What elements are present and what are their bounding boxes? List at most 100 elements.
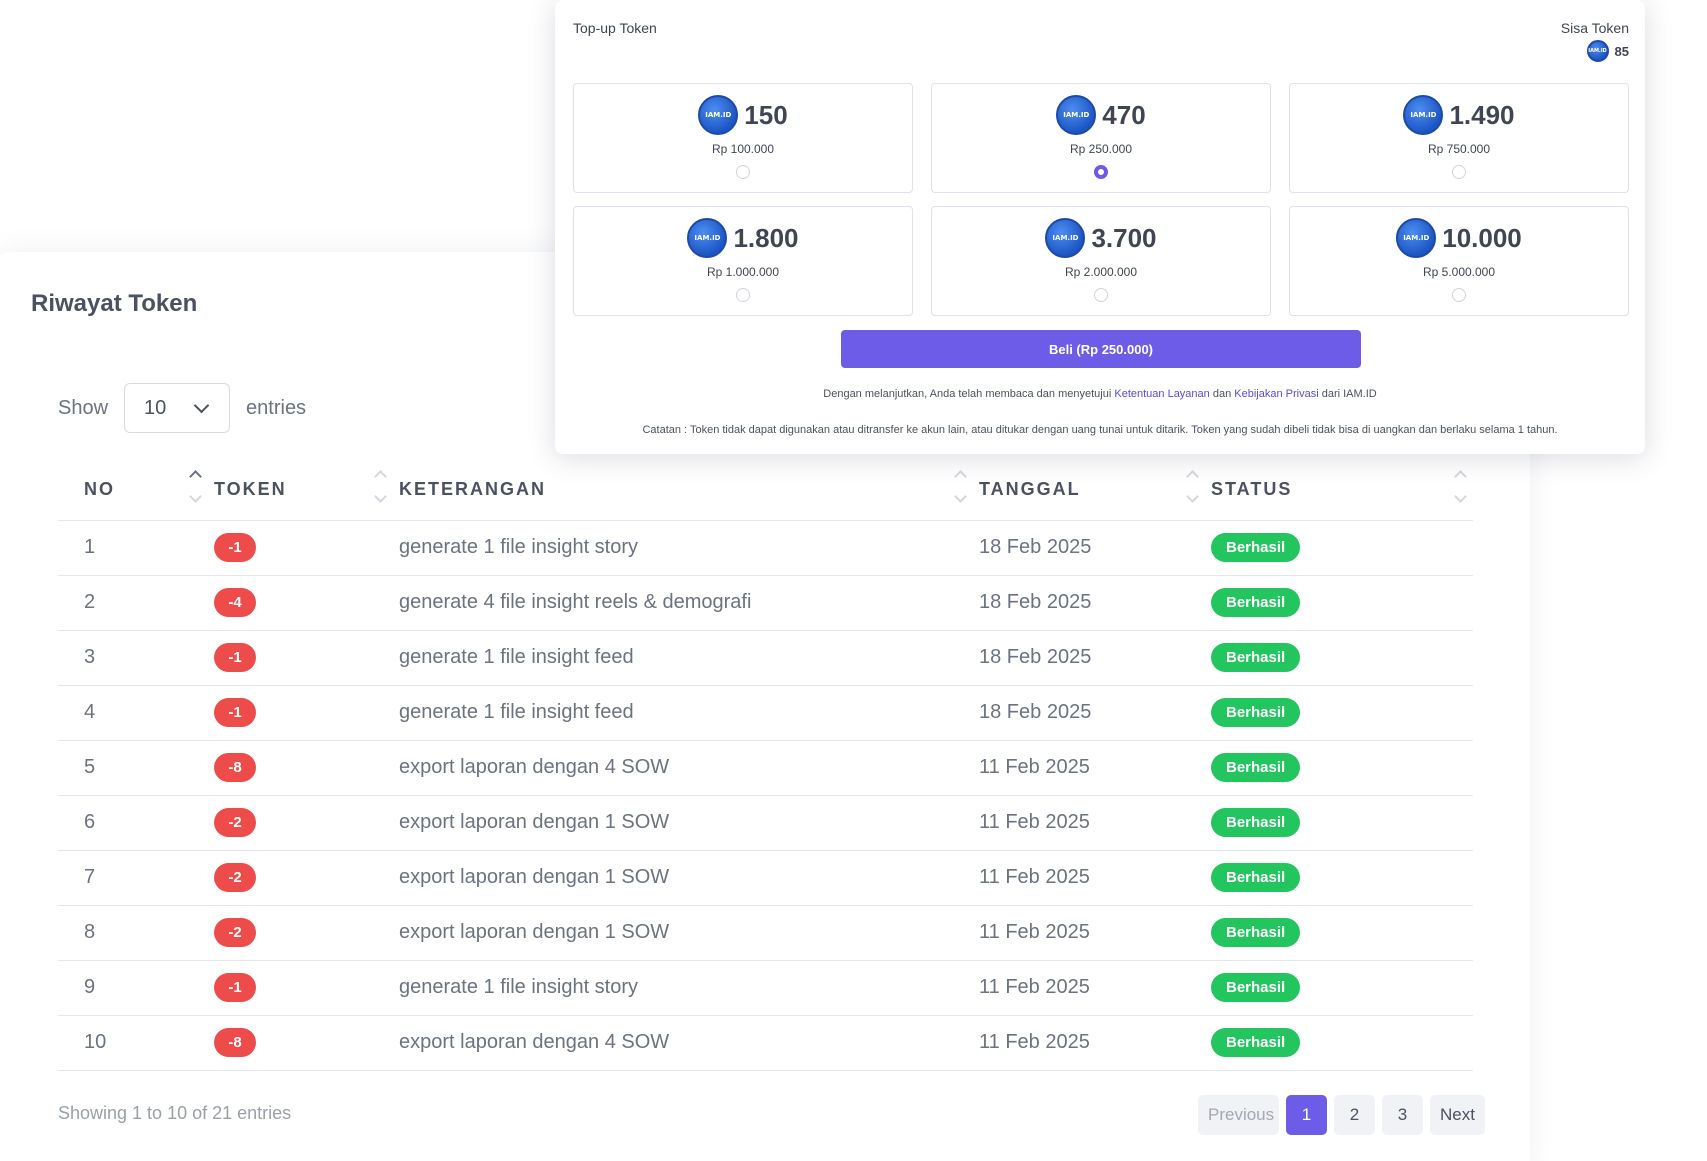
sort-icon: [1454, 470, 1467, 503]
token-coin-icon: IAM.ID: [1586, 40, 1609, 62]
token-change-badge: -1: [214, 698, 256, 727]
table-header-row: NO TOKEN KETERANGAN TANGGAL STATUS: [58, 460, 1473, 521]
package-price: Rp 750.000: [1427, 142, 1491, 156]
column-header-token[interactable]: TOKEN: [208, 460, 393, 521]
next-page-button[interactable]: Next: [1430, 1095, 1485, 1135]
page-button-3[interactable]: 3: [1382, 1095, 1423, 1135]
previous-page-button[interactable]: Previous: [1198, 1095, 1279, 1135]
column-header-keterangan[interactable]: KETERANGAN: [393, 460, 973, 521]
status-badge: Berhasil: [1211, 753, 1301, 782]
buy-button[interactable]: Beli (Rp 250.000): [841, 330, 1361, 368]
row-description: export laporan dengan 1 SOW: [393, 850, 973, 906]
status-badge: Berhasil: [1211, 533, 1301, 562]
row-date: 18 Feb 2025: [973, 575, 1205, 631]
status-badge: Berhasil: [1211, 973, 1301, 1002]
row-number: 8: [58, 905, 208, 961]
terms-link[interactable]: Ketentuan Layanan: [1114, 388, 1209, 400]
table-row: 1 -1 generate 1 file insight story 18 Fe…: [58, 520, 1473, 576]
table-row: 5 -8 export laporan dengan 4 SOW 11 Feb …: [58, 740, 1473, 796]
page-length-control: Show 10 entries: [58, 383, 306, 433]
package-option[interactable]: IAM.ID 10.000 Rp 5.000.000: [1289, 206, 1629, 316]
row-number: 7: [58, 850, 208, 906]
privacy-link[interactable]: Kebijakan Privasi: [1234, 388, 1318, 400]
package-radio[interactable]: [736, 165, 750, 179]
package-amount: 10.000: [1442, 222, 1522, 253]
token-change-badge: -1: [214, 973, 256, 1002]
status-badge: Berhasil: [1211, 863, 1301, 892]
status-badge: Berhasil: [1211, 588, 1301, 617]
row-date: 11 Feb 2025: [973, 905, 1205, 961]
row-date: 18 Feb 2025: [973, 630, 1205, 686]
status-badge: Berhasil: [1211, 643, 1301, 672]
package-price: Rp 1.000.000: [706, 265, 780, 279]
page-button-2[interactable]: 2: [1334, 1095, 1375, 1135]
table-info: Showing 1 to 10 of 21 entries: [58, 1103, 292, 1123]
table-row: 8 -2 export laporan dengan 1 SOW 11 Feb …: [58, 905, 1473, 961]
column-header-no[interactable]: NO: [58, 460, 208, 521]
package-option[interactable]: IAM.ID 470 Rp 250.000: [931, 83, 1271, 193]
token-change-badge: -2: [214, 808, 256, 837]
token-change-badge: -2: [214, 918, 256, 947]
package-radio[interactable]: [736, 288, 750, 302]
column-header-status[interactable]: STATUS: [1205, 460, 1473, 521]
remaining-token-label: Sisa Token: [1560, 20, 1629, 36]
row-description: generate 1 file insight story: [393, 960, 973, 1016]
status-badge: Berhasil: [1211, 698, 1301, 727]
show-label: Show: [58, 396, 109, 419]
row-description: generate 1 file insight feed: [393, 630, 973, 686]
package-option[interactable]: IAM.ID 1.490 Rp 750.000: [1289, 83, 1629, 193]
package-amount: 150: [744, 99, 788, 130]
package-amount: 1.490: [1449, 99, 1515, 130]
topup-note: Catatan : Token tidak dapat digunakan at…: [642, 424, 1558, 436]
table-row: 2 -4 generate 4 file insight reels & dem…: [58, 575, 1473, 631]
page-length-select[interactable]: 10: [124, 383, 231, 433]
package-radio[interactable]: [1094, 165, 1108, 179]
row-date: 11 Feb 2025: [973, 795, 1205, 851]
token-change-badge: -1: [214, 533, 256, 562]
row-number: 9: [58, 960, 208, 1016]
package-amount: 3.700: [1091, 222, 1157, 253]
table-row: 4 -1 generate 1 file insight feed 18 Feb…: [58, 685, 1473, 741]
pagination: Previous 1 2 3 Next: [1198, 1095, 1485, 1135]
package-price: Rp 2.000.000: [1064, 265, 1138, 279]
package-option[interactable]: IAM.ID 3.700 Rp 2.000.000: [931, 206, 1271, 316]
page-button-1[interactable]: 1: [1286, 1095, 1327, 1135]
token-change-badge: -8: [214, 1028, 256, 1057]
package-option[interactable]: IAM.ID 1.800 Rp 1.000.000: [573, 206, 913, 316]
row-date: 11 Feb 2025: [973, 850, 1205, 906]
status-badge: Berhasil: [1211, 808, 1301, 837]
token-change-badge: -4: [214, 588, 256, 617]
package-radio[interactable]: [1094, 288, 1108, 302]
package-radio[interactable]: [1452, 165, 1466, 179]
row-number: 4: [58, 685, 208, 741]
remaining-token-value: 85: [1614, 43, 1629, 59]
package-grid: IAM.ID 150 Rp 100.000 IAM.ID 470 Rp 250.…: [573, 83, 1629, 316]
table-row: 9 -1 generate 1 file insight story 11 Fe…: [58, 960, 1473, 1016]
row-description: export laporan dengan 1 SOW: [393, 905, 973, 961]
row-number: 1: [58, 520, 208, 576]
row-date: 18 Feb 2025: [973, 685, 1205, 741]
row-number: 5: [58, 740, 208, 796]
package-radio[interactable]: [1452, 288, 1466, 302]
status-badge: Berhasil: [1211, 918, 1301, 947]
status-badge: Berhasil: [1211, 1028, 1301, 1057]
row-number: 6: [58, 795, 208, 851]
package-price: Rp 5.000.000: [1422, 265, 1496, 279]
row-description: generate 1 file insight story: [393, 520, 973, 576]
row-number: 2: [58, 575, 208, 631]
table-row: 7 -2 export laporan dengan 1 SOW 11 Feb …: [58, 850, 1473, 906]
package-price: Rp 100.000: [711, 142, 775, 156]
token-coin-icon: IAM.ID: [1045, 218, 1086, 258]
row-date: 18 Feb 2025: [973, 520, 1205, 576]
token-coin-icon: IAM.ID: [1056, 95, 1097, 135]
sort-icon: [1186, 470, 1199, 503]
row-date: 11 Feb 2025: [973, 1015, 1205, 1071]
token-coin-icon: IAM.ID: [1396, 218, 1437, 258]
chevron-down-icon: [193, 397, 210, 413]
row-description: export laporan dengan 4 SOW: [393, 740, 973, 796]
column-header-tanggal[interactable]: TANGGAL: [973, 460, 1205, 521]
package-option[interactable]: IAM.ID 150 Rp 100.000: [573, 83, 913, 193]
row-description: export laporan dengan 1 SOW: [393, 795, 973, 851]
token-change-badge: -8: [214, 753, 256, 782]
row-description: export laporan dengan 4 SOW: [393, 1015, 973, 1071]
